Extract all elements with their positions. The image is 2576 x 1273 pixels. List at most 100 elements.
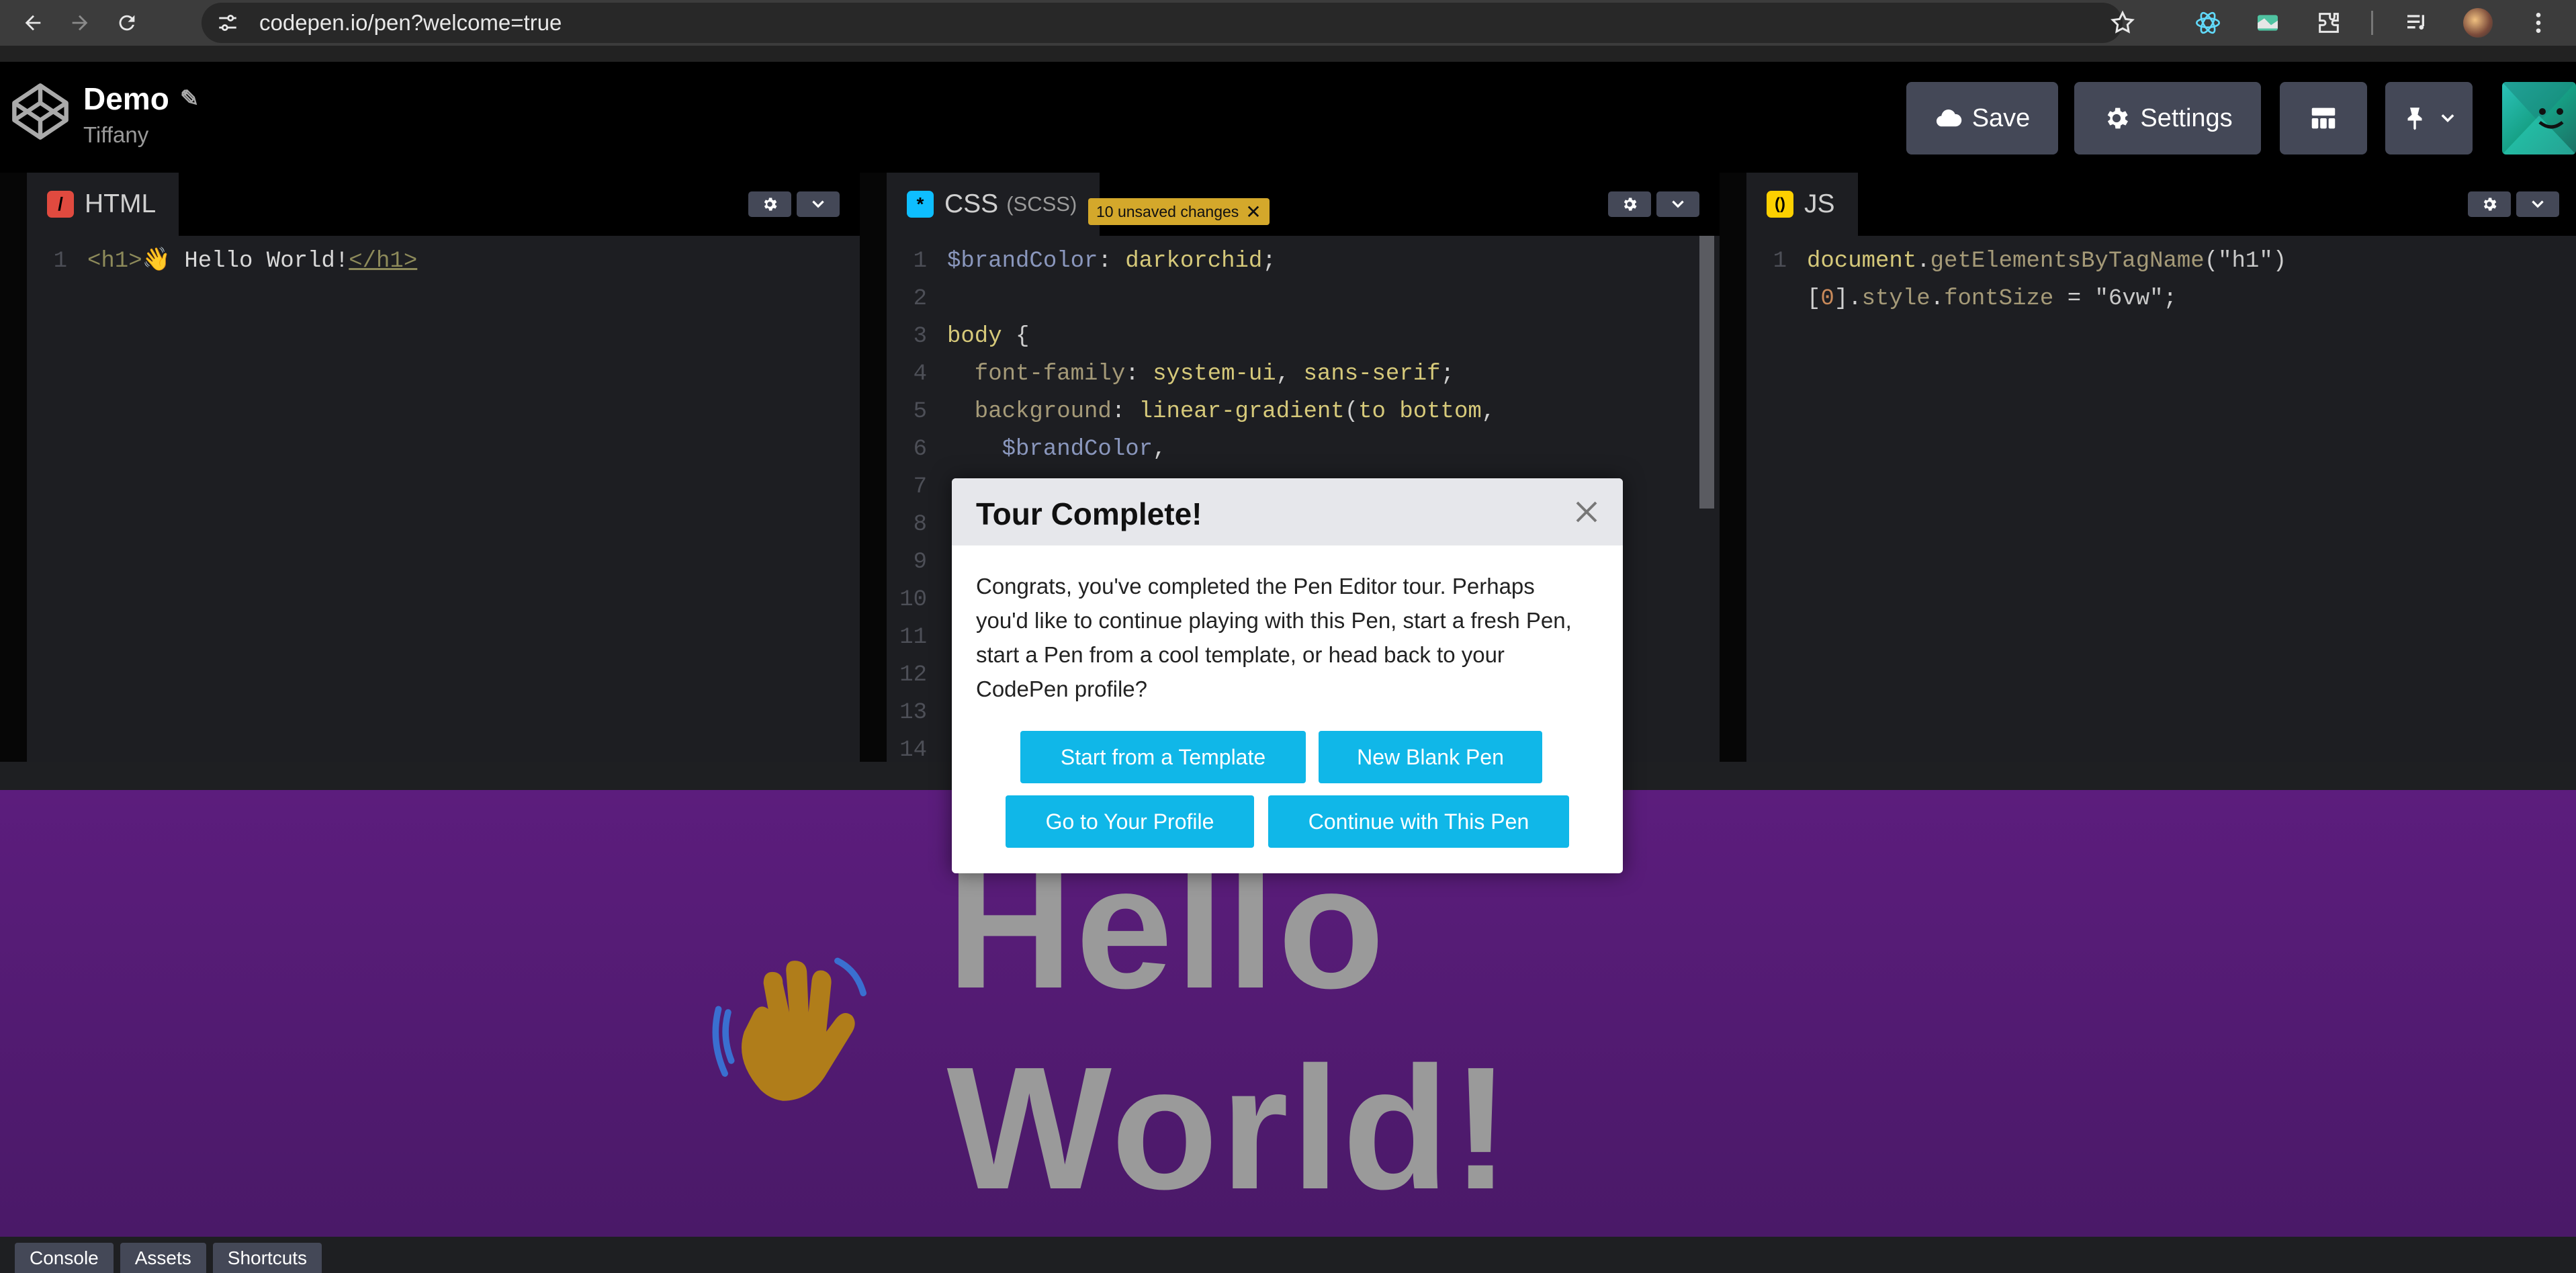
modal-body-text: Congrats, you've completed the Pen Edito…: [976, 574, 1572, 701]
js-code[interactable]: 1 document.getElementsByTagName("h1") [0].…: [1746, 236, 2576, 762]
code-line[interactable]: 2: [887, 280, 1720, 318]
css-settings-button[interactable]: [1608, 191, 1651, 217]
console-button[interactable]: Console: [15, 1243, 114, 1273]
browser-toolbar: codepen.io/pen?welcome=true: [0, 0, 2576, 62]
js-braces-icon: (): [1767, 191, 1793, 218]
preview-heading-text: Hello World!: [946, 830, 1513, 1226]
code-line[interactable]: 5 background: linear-gradient(to bottom,: [887, 393, 1720, 431]
line-number: 6: [913, 437, 927, 462]
gear-icon: [764, 197, 777, 211]
html-editor-header: / HTML: [27, 173, 860, 236]
css-asterisk-icon: *: [907, 191, 934, 218]
extension-map-icon[interactable]: [2252, 7, 2284, 39]
continue-with-pen-button[interactable]: Continue with This Pen: [1268, 795, 1569, 848]
reload-button[interactable]: [103, 0, 150, 46]
assets-button[interactable]: Assets: [120, 1243, 206, 1273]
save-button[interactable]: Save: [1906, 82, 2058, 155]
address-bar[interactable]: codepen.io/pen?welcome=true: [202, 3, 2123, 43]
reload-icon: [119, 15, 135, 31]
line-number: 1: [53, 249, 67, 274]
code-line[interactable]: 6 $brandColor,: [887, 431, 1720, 468]
settings-button[interactable]: Settings: [2074, 82, 2261, 155]
unsaved-changes-badge[interactable]: 10 unsaved changes ✕: [1088, 198, 1270, 225]
code-text: $brandColor,: [947, 437, 1167, 462]
codepen-header: Demo ✎ Tiffany Save Settings: [0, 62, 2576, 173]
code-text: <h1>👋 Hello World!</h1>: [87, 249, 418, 274]
html-settings-button[interactable]: [748, 191, 791, 217]
pen-author[interactable]: Tiffany: [83, 122, 148, 148]
line-number: 1: [1773, 249, 1787, 274]
line-number: 9: [913, 550, 927, 575]
line-number: [1746, 280, 1807, 318]
js-collapse-button[interactable]: [2516, 191, 2559, 217]
chevron-down-icon: [812, 200, 824, 208]
js-editor: () JS 1 document.getElementsByTagName("h1…: [1746, 173, 2576, 762]
codepen-logo-icon[interactable]: [9, 81, 71, 142]
star-icon: [2111, 10, 2135, 34]
chevron-down-icon: [2532, 200, 2544, 208]
extension-react-icon[interactable]: [2192, 7, 2224, 39]
layout-icon: [2311, 107, 2336, 129]
js-settings-button[interactable]: [2468, 191, 2511, 217]
code-text: document.getElementsByTagName("h1"): [1807, 249, 2287, 274]
line-number: 8: [913, 512, 927, 537]
new-blank-pen-button[interactable]: New Blank Pen: [1319, 731, 1542, 783]
css-scrollbar[interactable]: [1699, 236, 1714, 509]
line-number: 12: [899, 662, 927, 688]
forward-button[interactable]: [56, 0, 103, 46]
cloud-icon: [1936, 109, 1961, 127]
modal-header: Tour Complete!: [952, 478, 1623, 545]
save-label: Save: [1971, 103, 2031, 132]
code-line[interactable]: 1 $brandColor: darkorchid;: [887, 243, 1720, 280]
pen-title-text[interactable]: Demo: [83, 81, 169, 117]
reading-list-icon[interactable]: [2401, 7, 2434, 39]
extensions-puzzle-icon[interactable]: [2313, 7, 2345, 39]
go-to-profile-button[interactable]: Go to Your Profile: [1006, 795, 1254, 848]
gear-icon: [2483, 197, 2497, 211]
line-number: 5: [913, 399, 927, 425]
pin-icon: [2407, 107, 2422, 130]
waving-hand-icon: [712, 957, 867, 1101]
unsaved-changes-text: 10 unsaved changes: [1096, 202, 1239, 220]
css-preprocessor-label: (SCSS): [1006, 192, 1077, 216]
gear-icon: [2108, 107, 2129, 129]
chevron-down-icon: [2441, 114, 2454, 122]
url-text[interactable]: codepen.io/pen?welcome=true: [259, 10, 562, 36]
line-number: 4: [913, 361, 927, 387]
user-avatar[interactable]: [2502, 82, 2576, 155]
arrow-left-icon: [25, 15, 41, 31]
change-view-button[interactable]: [2280, 82, 2367, 155]
code-line[interactable]: [0].style.fontSize = "6vw";: [1746, 280, 2576, 318]
code-line[interactable]: 4 font-family: system-ui, sans-serif;: [887, 355, 1720, 393]
toolbar-divider: [2371, 11, 2373, 35]
bookmark-star-button[interactable]: [2106, 7, 2139, 39]
close-icon[interactable]: ✕: [1245, 201, 1261, 223]
html-code[interactable]: 1 <h1>👋 Hello World!</h1>: [27, 236, 860, 762]
css-collapse-button[interactable]: [1656, 191, 1699, 217]
code-line[interactable]: 3 body {: [887, 318, 1720, 355]
site-settings-icon[interactable]: [216, 11, 239, 34]
html-collapse-button[interactable]: [797, 191, 840, 217]
html-editor-tab[interactable]: / HTML: [27, 173, 179, 236]
shortcuts-button[interactable]: Shortcuts: [212, 1243, 322, 1273]
browser-menu-icon[interactable]: [2522, 7, 2555, 39]
pen-title[interactable]: Demo ✎: [83, 81, 199, 117]
line-number: 13: [899, 700, 927, 726]
js-editor-header: () JS: [1746, 173, 2576, 236]
code-text: background: linear-gradient(to bottom,: [947, 399, 1496, 425]
pencil-icon[interactable]: ✎: [180, 85, 199, 112]
code-text: font-family: system-ui, sans-serif;: [947, 361, 1454, 387]
profile-avatar-icon[interactable]: [2462, 7, 2494, 39]
code-line[interactable]: 1 <h1>👋 Hello World!</h1>: [27, 243, 860, 280]
css-tab-label: CSS: [944, 189, 999, 218]
code-text: $brandColor: darkorchid;: [947, 249, 1276, 274]
code-line[interactable]: 1 document.getElementsByTagName("h1"): [1746, 243, 2576, 280]
css-editor-tab[interactable]: * CSS (SCSS): [887, 173, 1100, 236]
js-editor-tab[interactable]: () JS: [1746, 173, 1858, 236]
line-number: 3: [913, 324, 927, 349]
back-button[interactable]: [9, 0, 56, 46]
close-icon[interactable]: [1570, 496, 1603, 528]
css-editor-header: * CSS (SCSS) 10 unsaved changes ✕: [887, 173, 1720, 236]
start-from-template-button[interactable]: Start from a Template: [1020, 731, 1306, 783]
pin-menu-button[interactable]: [2385, 82, 2473, 155]
